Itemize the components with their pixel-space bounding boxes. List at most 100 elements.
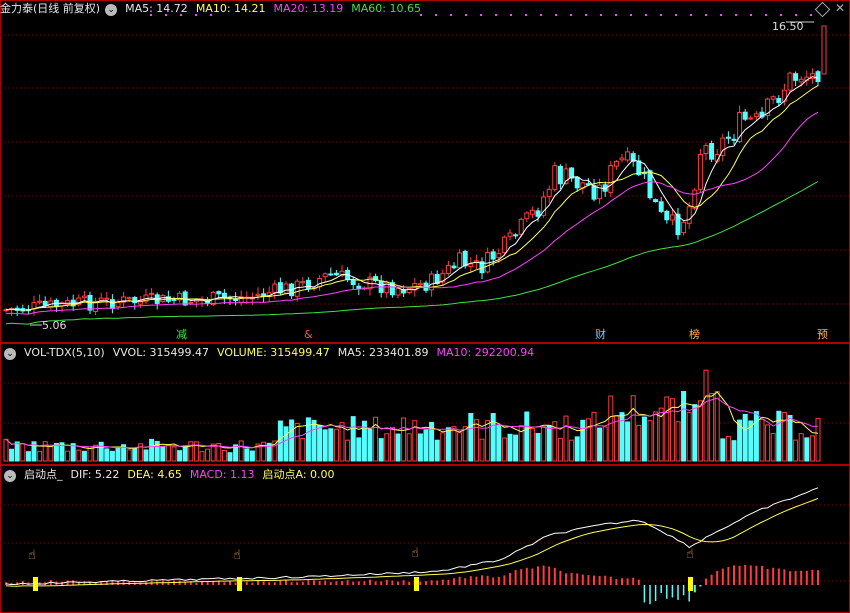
volume-bar (647, 420, 653, 462)
signal-dot (450, 14, 452, 16)
volume-bar (770, 432, 776, 462)
signal-dot (675, 14, 677, 16)
chevron-down-icon[interactable]: ⌄ (105, 4, 118, 16)
candle-body (552, 165, 558, 190)
event-marker-finance[interactable]: 财 (595, 328, 606, 342)
ma20-label: MA20: 13.19 (273, 2, 344, 15)
candle-body (821, 25, 827, 75)
candle-body (669, 214, 675, 221)
volume-bar (160, 446, 166, 462)
volume-bar (636, 424, 642, 462)
macd-indicator-name: 启动点_ (24, 468, 63, 481)
candle-body (731, 138, 737, 141)
signal-dot (540, 14, 542, 16)
volume-bar (104, 448, 110, 462)
volume-bar (720, 438, 726, 462)
volume-bar (143, 449, 149, 462)
volume-bar (378, 438, 384, 462)
volume-bar (406, 433, 412, 462)
start-point-marker (33, 577, 38, 591)
candle-body (546, 188, 552, 198)
dif-label: DIF: 5.22 (70, 468, 120, 481)
signal-dot (495, 14, 497, 16)
volume-bar (753, 411, 759, 462)
candle-body (104, 297, 110, 300)
volume-bar (300, 438, 306, 462)
volume-bar (787, 415, 793, 462)
candle-body (518, 218, 524, 235)
event-marker-forecast[interactable]: 预 (817, 328, 828, 342)
vol-ma10-label: MA10: 292200.94 (436, 346, 535, 359)
volume-bar (322, 429, 328, 462)
candle-body (255, 293, 261, 297)
signal-dot (705, 14, 707, 16)
hand-pointer-icon: ☝ (233, 548, 241, 563)
volume-bar (227, 452, 233, 462)
candle-body (535, 210, 541, 217)
volume-bar (457, 432, 463, 462)
candle-body (658, 201, 664, 212)
volume-bar (798, 433, 804, 462)
volume-bar (625, 421, 631, 462)
candle-body (608, 165, 614, 193)
chevron-down-icon[interactable]: ⌄ (4, 470, 16, 482)
volume-bar (585, 418, 591, 462)
candle-body (485, 251, 491, 273)
volume-panel[interactable]: ⌄ VOL-TDX(5,10) VVOL: 315499.47 VOLUME: 315… (0, 343, 850, 465)
volume-bar (759, 418, 765, 462)
volume-bar (126, 449, 132, 462)
macd-chart[interactable] (0, 465, 850, 613)
volume-bar (630, 395, 636, 462)
event-marker-ranking[interactable]: 榜 (689, 328, 700, 342)
candle-body (445, 264, 451, 274)
candle-body (126, 297, 132, 300)
volume-bar (199, 451, 205, 462)
kline-header: 金力泰(日线 前复权) ⌄ MA5: 14.72 MA10: 14.21 MA20: 1… (0, 0, 429, 18)
signal-dot (630, 14, 632, 16)
close-x-icon[interactable]: ✕ (835, 1, 845, 15)
start-point-marker (237, 577, 242, 591)
signal-dot (660, 14, 662, 16)
candle-body (283, 283, 289, 294)
volume-bar (608, 395, 614, 462)
volume-bar (501, 437, 507, 462)
volume-bar (451, 426, 457, 462)
volume-bar (9, 448, 15, 462)
volume-bar (529, 427, 535, 462)
candle-body (300, 281, 306, 284)
volume-bar (115, 446, 121, 462)
candle-body (513, 234, 519, 237)
panel-border (0, 0, 850, 343)
start-point-label: 启动点A: 0.00 (262, 468, 335, 481)
volume-bar (535, 433, 541, 462)
signal-dot (435, 14, 437, 16)
kline-panel[interactable]: 金力泰(日线 前复权) ⌄ MA5: 14.72 MA10: 14.21 MA20: 1… (0, 0, 850, 343)
low-price-label: 5.06 (42, 319, 67, 332)
macd-header: ⌄ 启动点_ DIF: 5.22 DEA: 4.65 MACD: 1.13 启动点A: 0… (0, 466, 343, 484)
chevron-down-icon[interactable]: ⌄ (4, 348, 16, 360)
candle-body (490, 251, 496, 260)
signal-dot (555, 14, 557, 16)
volume-bar (249, 450, 255, 462)
dif-line (5, 487, 819, 586)
candle-body (171, 298, 177, 301)
candle-body (619, 157, 625, 161)
volume-bar (714, 391, 720, 462)
event-marker-amp[interactable]: & (304, 328, 313, 342)
candle-body (557, 165, 563, 185)
volume-bar (703, 369, 709, 462)
volume-bar (221, 449, 227, 462)
volume-bar (793, 439, 799, 462)
volume-label: VOLUME: 315499.47 (217, 346, 330, 359)
candle-body (42, 300, 48, 306)
volume-bar (725, 435, 731, 462)
signal-dot (615, 14, 617, 16)
candle-body (613, 160, 619, 167)
candle-body (496, 253, 502, 259)
candle-body (793, 73, 799, 81)
kline-chart[interactable] (0, 0, 850, 343)
macd-panel[interactable]: ⌄ 启动点_ DIF: 5.22 DEA: 4.65 MACD: 1.13 启动点A: 0… (0, 465, 850, 613)
event-marker-reduce[interactable]: 减 (176, 328, 187, 342)
candle-body (625, 151, 631, 161)
candle-body (501, 236, 507, 254)
